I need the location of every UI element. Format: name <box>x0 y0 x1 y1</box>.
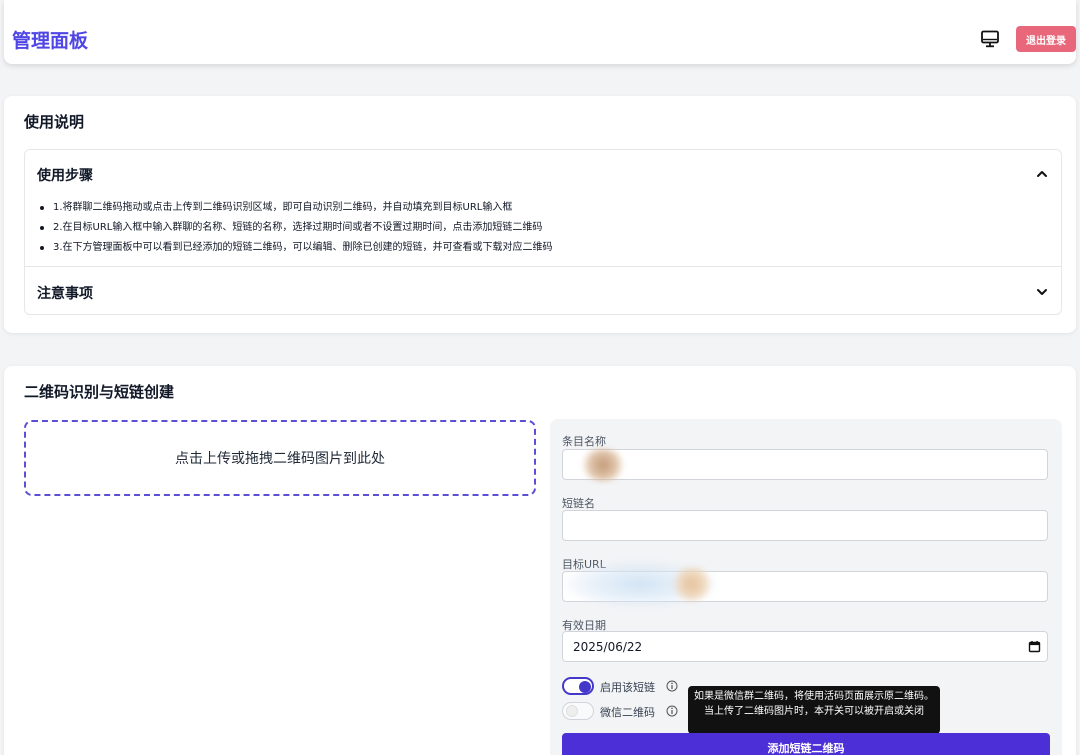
instructions-accordion: 使用步骤 1.将群聊二维码拖动或点击上传到二维码识别区域，即可自动识别二维码，并… <box>24 149 1062 315</box>
item-name-label: 条目名称 <box>562 435 606 448</box>
create-card: 二维码识别与短链创建 点击上传或拖拽二维码图片到此处 条目名称 短链名 目标UR… <box>4 366 1076 755</box>
logout-button[interactable]: 退出登录 <box>1016 26 1076 52</box>
short-name-input[interactable] <box>562 510 1048 541</box>
instructions-title: 使用说明 <box>24 113 85 131</box>
expiry-date-input[interactable] <box>562 631 1048 662</box>
monitor-icon[interactable] <box>980 29 1000 49</box>
list-item: 1.将群聊二维码拖动或点击上传到二维码识别区域，即可自动识别二维码，并自动填充到… <box>37 198 553 218</box>
wechat-qr-label: 微信二维码 <box>600 706 655 719</box>
wechat-qr-tooltip: 如果是微信群二维码，将使用活码页面展示原二维码。当上传了二维码图片时，本开关可以… <box>688 686 940 734</box>
toggle-knob <box>579 681 591 693</box>
enable-shortlink-toggle[interactable] <box>562 677 594 695</box>
create-form: 条目名称 短链名 目标URL 有效日期 启用该短链 微信二维码 <box>550 419 1062 755</box>
redaction-blur <box>672 567 712 601</box>
chevron-up-icon[interactable] <box>1035 167 1049 181</box>
instructions-card: 使用说明 使用步骤 1.将群聊二维码拖动或点击上传到二维码识别区域，即可自动识别… <box>4 96 1076 333</box>
redaction-blur <box>580 449 626 481</box>
list-item: 2.在目标URL输入框中输入群聊的名称、短链的名称，选择过期时间或者不设置过期时… <box>37 218 553 238</box>
item-name-input[interactable] <box>562 449 1048 480</box>
page-title: 管理面板 <box>12 30 89 52</box>
info-icon[interactable] <box>666 680 678 692</box>
info-icon[interactable] <box>666 705 678 717</box>
wechat-qr-toggle[interactable] <box>562 702 594 720</box>
add-shortlink-qr-button[interactable]: 添加短链二维码 <box>562 733 1050 755</box>
divider <box>25 266 1061 267</box>
steps-accordion-header[interactable]: 使用步骤 <box>37 165 93 185</box>
enable-shortlink-label: 启用该短链 <box>600 681 655 694</box>
list-item: 3.在下方管理面板中可以看到已经添加的短链二维码，可以编辑、删除已创建的短链，并… <box>37 238 553 258</box>
steps-list: 1.将群聊二维码拖动或点击上传到二维码识别区域，即可自动识别二维码，并自动填充到… <box>37 198 553 258</box>
chevron-down-icon[interactable] <box>1035 285 1049 299</box>
create-title: 二维码识别与短链创建 <box>24 383 175 401</box>
top-header: 管理面板 退出登录 <box>4 0 1076 64</box>
qr-upload-dropzone[interactable]: 点击上传或拖拽二维码图片到此处 <box>24 420 536 496</box>
short-name-label: 短链名 <box>562 497 595 510</box>
notes-accordion-header[interactable]: 注意事项 <box>37 283 93 303</box>
toggle-knob <box>566 705 578 717</box>
calendar-icon[interactable] <box>1028 640 1041 653</box>
dropzone-text: 点击上传或拖拽二维码图片到此处 <box>175 451 385 467</box>
